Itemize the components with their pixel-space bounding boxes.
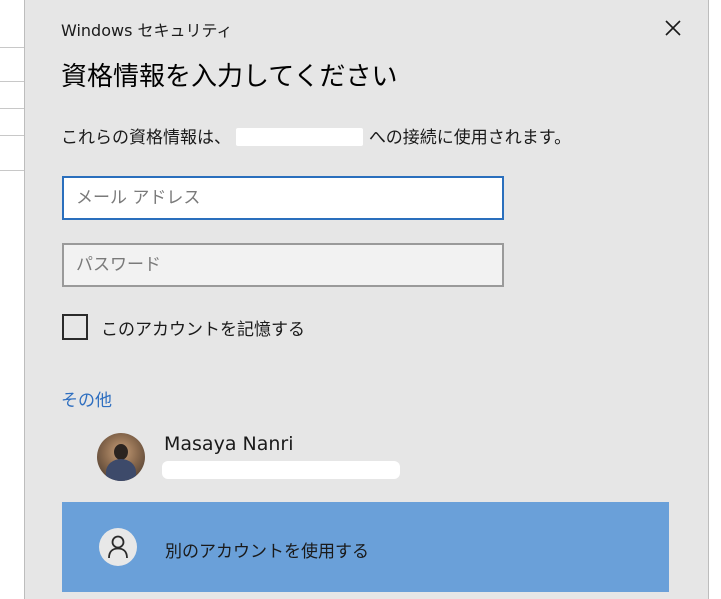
avatar: [97, 433, 145, 481]
remember-label: このアカウントを記憶する: [101, 319, 305, 340]
more-choices-link[interactable]: その他: [61, 386, 112, 411]
background-divider: [0, 135, 24, 136]
use-other-account-label: 別のアカウントを使用する: [165, 542, 369, 562]
background-divider: [0, 81, 24, 82]
credentials-dialog: Windows セキュリティ 資格情報を入力してください これらの資格情報は、 …: [24, 0, 709, 599]
dialog-description: これらの資格情報は、 への接続に使用されます。: [61, 123, 571, 148]
email-field[interactable]: [62, 176, 504, 220]
background-divider: [0, 170, 24, 171]
person-icon-glyph: [108, 535, 128, 559]
description-suffix: への接続に使用されます。: [368, 128, 572, 148]
remember-checkbox[interactable]: [62, 314, 88, 340]
dialog-heading: 資格情報を入力してください: [61, 62, 398, 92]
redacted-target: [236, 128, 364, 146]
remember-account-option[interactable]: このアカウントを記憶する: [62, 314, 305, 340]
avatar-head-shape: [114, 444, 128, 460]
person-icon: [99, 528, 137, 566]
avatar-body-shape: [106, 459, 136, 481]
close-button[interactable]: [657, 12, 689, 44]
account-name: Masaya Nanri: [164, 433, 294, 455]
password-field[interactable]: [62, 243, 504, 287]
close-icon: [665, 20, 681, 36]
dialog-app-title: Windows セキュリティ: [61, 21, 233, 40]
background-divider: [0, 47, 24, 48]
account-option[interactable]: Masaya Nanri: [85, 428, 645, 488]
description-prefix: これらの資格情報は、: [61, 128, 231, 148]
redacted-account-email: [162, 461, 400, 479]
background-divider: [0, 108, 24, 109]
use-other-account-button[interactable]: 別のアカウントを使用する: [62, 502, 669, 592]
